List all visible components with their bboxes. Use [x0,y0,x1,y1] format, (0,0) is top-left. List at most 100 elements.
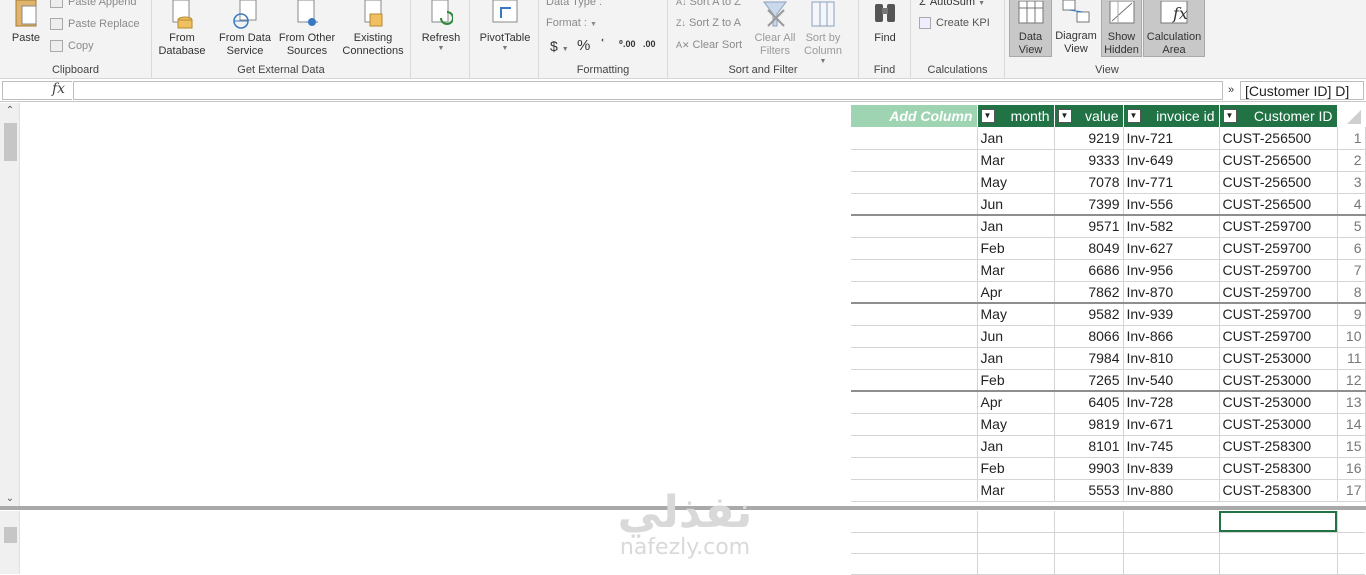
cell-invoice-id[interactable]: Inv-649 [1123,149,1220,172]
cell-invoice-id[interactable]: Inv-810 [1123,347,1220,370]
cell-customer-id[interactable]: CUST-258300 [1219,457,1338,480]
cell-invoice-id[interactable]: Inv-671 [1123,413,1220,436]
sort-by-column-button[interactable]: Sort by Column ▼ [800,0,846,65]
increase-decimal-button[interactable]: ⁰.00 [619,39,635,50]
comma-button[interactable]: ʿ [600,37,605,54]
calc-cell[interactable] [1219,553,1338,575]
cell-month[interactable]: May [977,303,1055,326]
cell-value[interactable]: 7399 [1054,193,1124,216]
cell-customer-id[interactable]: CUST-259700 [1219,237,1338,260]
add-column-cell[interactable] [851,149,978,172]
cell-value[interactable]: 9582 [1054,303,1124,326]
existing-connections-button[interactable]: Existing Connections [338,0,408,58]
add-column-cell[interactable] [851,347,978,370]
cell-month[interactable]: May [977,171,1055,194]
calc-cell[interactable] [1337,532,1365,554]
row-number[interactable]: 16 [1337,457,1366,480]
cell-month[interactable]: Feb [977,457,1055,480]
select-all-corner[interactable] [1337,105,1366,127]
cell-month[interactable]: Apr [977,281,1055,304]
filter-dropdown-icon[interactable]: ▼ [1057,109,1072,123]
cell-invoice-id[interactable]: Inv-866 [1123,325,1220,348]
cell-value[interactable]: 9819 [1054,413,1124,436]
column-header-invoice-id[interactable]: ▼ invoice id [1123,105,1220,127]
cell-invoice-id[interactable]: Inv-745 [1123,435,1220,458]
calc-cell[interactable] [1054,553,1124,575]
calc-cell[interactable] [1123,532,1220,554]
cell-value[interactable]: 7984 [1054,347,1124,370]
data-view-button[interactable]: Data View [1009,0,1052,57]
pivottable-button[interactable]: PivotTable ▼ [474,0,536,52]
calc-cell[interactable] [851,532,978,554]
sort-a-z-button[interactable]: A↓ Sort A to Z [676,0,741,8]
format-dropdown[interactable]: Format : ▼ [546,17,597,29]
from-data-service-button[interactable]: From Data Service [214,0,276,58]
cell-customer-id[interactable]: CUST-256500 [1219,127,1338,150]
row-number[interactable]: 2 [1337,149,1366,172]
cell-value[interactable]: 7862 [1054,281,1124,304]
calculation-scroll-thumb[interactable] [4,527,17,543]
cell-customer-id[interactable]: CUST-253000 [1219,391,1338,414]
cell-customer-id[interactable]: CUST-258300 [1219,435,1338,458]
data-type-dropdown[interactable]: Data Type : [546,0,602,8]
cell-customer-id[interactable]: CUST-253000 [1219,347,1338,370]
create-kpi-button[interactable]: Create KPI [919,17,990,30]
add-column-cell[interactable] [851,215,978,238]
cell-value[interactable]: 5553 [1054,479,1124,502]
cell-invoice-id[interactable]: Inv-880 [1123,479,1220,502]
cell-invoice-id[interactable]: Inv-870 [1123,281,1220,304]
add-column-cell[interactable] [851,281,978,304]
calc-cell[interactable] [851,511,978,533]
formula-input[interactable] [73,81,1223,100]
add-column-header[interactable]: Add Column [851,105,978,127]
add-column-cell[interactable] [851,171,978,194]
cell-invoice-id[interactable]: Inv-956 [1123,259,1220,282]
row-number[interactable]: 1 [1337,127,1366,150]
cell-customer-id[interactable]: CUST-253000 [1219,413,1338,436]
cell-customer-id[interactable]: CUST-259700 [1219,215,1338,238]
cell-month[interactable]: Apr [977,391,1055,414]
cell-invoice-id[interactable]: Inv-721 [1123,127,1220,150]
calc-cell[interactable] [1123,553,1220,575]
row-number[interactable]: 4 [1337,193,1366,216]
expand-formula-icon[interactable]: » [1222,81,1240,100]
cell-month[interactable]: Mar [977,259,1055,282]
row-number[interactable]: 11 [1337,347,1366,370]
cell-value[interactable]: 9333 [1054,149,1124,172]
show-hidden-button[interactable]: Show Hidden [1101,0,1142,57]
calc-cell[interactable] [1054,511,1124,533]
calc-cell[interactable] [1054,532,1124,554]
calc-cell[interactable] [1337,511,1365,533]
cell-month[interactable]: May [977,413,1055,436]
paste-replace-button[interactable]: Paste Replace [50,18,140,31]
add-column-cell[interactable] [851,237,978,260]
cell-customer-id[interactable]: CUST-259700 [1219,303,1338,326]
calc-cell[interactable] [977,532,1055,554]
percent-button[interactable]: % [577,37,590,54]
cell-month[interactable]: Jun [977,193,1055,216]
row-number[interactable]: 3 [1337,171,1366,194]
formula-content[interactable]: [Customer ID] D] [1240,81,1364,100]
decrease-decimal-button[interactable]: .00 [643,39,656,49]
column-header-value[interactable]: ▼ value [1054,105,1124,127]
cell-invoice-id[interactable]: Inv-839 [1123,457,1220,480]
diagram-view-button[interactable]: Diagram View [1053,0,1099,56]
paste-button[interactable]: Paste [6,0,46,45]
calc-cell[interactable] [851,553,978,575]
calc-cell-selected[interactable] [1219,511,1338,533]
add-column-cell[interactable] [851,369,978,392]
calc-cell[interactable] [1219,532,1338,554]
cell-invoice-id[interactable]: Inv-939 [1123,303,1220,326]
cell-month[interactable]: Feb [977,369,1055,392]
cell-customer-id[interactable]: CUST-258300 [1219,479,1338,502]
cell-month[interactable]: Jan [977,215,1055,238]
paste-append-button[interactable]: Paste Append [50,0,137,9]
cell-month[interactable]: Mar [977,479,1055,502]
cell-value[interactable]: 7078 [1054,171,1124,194]
row-number[interactable]: 10 [1337,325,1366,348]
calc-cell[interactable] [1123,511,1220,533]
cell-month[interactable]: Jan [977,435,1055,458]
column-header-customer-id[interactable]: ▼ Customer ID [1219,105,1338,127]
cell-customer-id[interactable]: CUST-259700 [1219,281,1338,304]
sort-z-a-button[interactable]: Z↓ Sort Z to A [676,17,741,29]
